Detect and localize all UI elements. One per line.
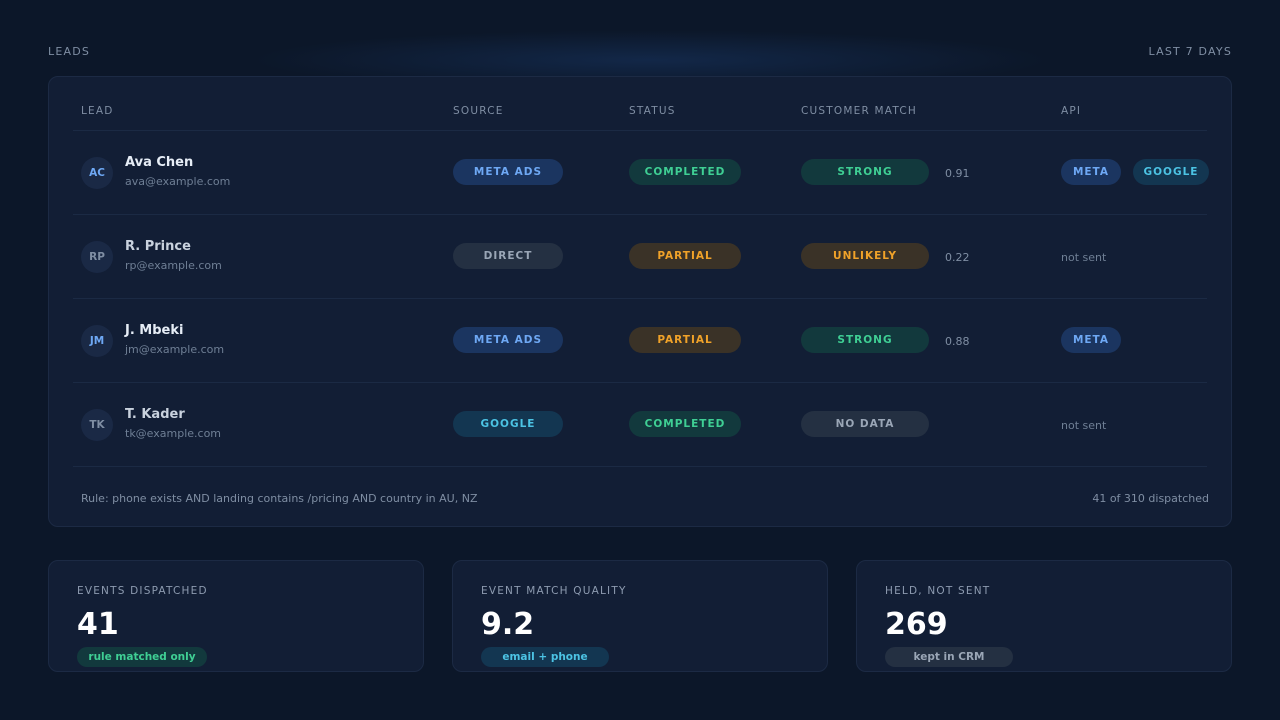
api-badge-meta: META — [1061, 159, 1121, 185]
table-row[interactable]: JM J. Mbeki jm@example.com META ADS PART… — [49, 299, 1231, 383]
table-row[interactable]: AC Ava Chen ava@example.com META ADS COM… — [49, 131, 1231, 215]
lead-email: jm@example.com — [125, 343, 225, 356]
api-status-text: not sent — [1061, 251, 1107, 264]
leads-table-card: LEAD SOURCE STATUS CUSTOMER MATCH API AC… — [48, 76, 1232, 527]
dispatch-rule-text: Rule: phone exists AND landing contains … — [81, 492, 478, 505]
match-badge: STRONG — [801, 159, 929, 185]
stat-badge: kept in CRM — [885, 647, 1013, 667]
avatar: TK — [81, 409, 113, 441]
stat-value: 269 — [885, 607, 948, 642]
source-badge: GOOGLE — [453, 411, 563, 437]
date-range-filter[interactable]: LAST 7 DAYS — [1149, 45, 1232, 58]
stat-badge: rule matched only — [77, 647, 207, 667]
match-badge: UNLIKELY — [801, 243, 929, 269]
api-badge-meta: META — [1061, 327, 1121, 353]
table-row[interactable]: RP R. Prince rp@example.com DIRECT PARTI… — [49, 215, 1231, 299]
status-badge: PARTIAL — [629, 243, 741, 269]
match-score: 0.91 — [945, 167, 970, 180]
stat-card-events-dispatched: EVENTS DISPATCHED 41 rule matched only — [48, 560, 424, 672]
stat-value: 41 — [77, 607, 119, 642]
column-header-customer-match: CUSTOMER MATCH — [801, 105, 917, 117]
api-badge-google: GOOGLE — [1133, 159, 1209, 185]
lead-name: T. Kader — [125, 407, 185, 422]
page-title: LEADS — [48, 45, 91, 58]
api-status-text: not sent — [1061, 419, 1107, 432]
source-badge: META ADS — [453, 159, 563, 185]
avatar: AC — [81, 157, 113, 189]
column-header-lead: LEAD — [81, 105, 114, 117]
column-header-api: API — [1061, 105, 1082, 117]
match-score: 0.22 — [945, 251, 970, 264]
status-badge: COMPLETED — [629, 411, 741, 437]
lead-name: Ava Chen — [125, 155, 194, 170]
stat-card-held-not-sent: HELD, NOT SENT 269 kept in CRM — [856, 560, 1232, 672]
stat-badge: email + phone — [481, 647, 609, 667]
stat-label: HELD, NOT SENT — [885, 585, 991, 597]
lead-name: R. Prince — [125, 239, 191, 254]
lead-email: tk@example.com — [125, 427, 222, 440]
stat-label: EVENTS DISPATCHED — [77, 585, 208, 597]
lead-email: ava@example.com — [125, 175, 231, 188]
table-row[interactable]: TK T. Kader tk@example.com GOOGLE COMPLE… — [49, 383, 1231, 467]
match-badge: NO DATA — [801, 411, 929, 437]
column-header-source: SOURCE — [453, 105, 504, 117]
status-badge: PARTIAL — [629, 327, 741, 353]
row-divider — [73, 466, 1207, 467]
match-badge: STRONG — [801, 327, 929, 353]
status-badge: COMPLETED — [629, 159, 741, 185]
stat-label: EVENT MATCH QUALITY — [481, 585, 627, 597]
source-badge: DIRECT — [453, 243, 563, 269]
avatar: JM — [81, 325, 113, 357]
stat-value: 9.2 — [481, 607, 535, 642]
match-score: 0.88 — [945, 335, 970, 348]
column-header-status: STATUS — [629, 105, 676, 117]
lead-name: J. Mbeki — [125, 323, 184, 338]
lead-email: rp@example.com — [125, 259, 222, 272]
source-badge: META ADS — [453, 327, 563, 353]
stat-card-event-match-quality: EVENT MATCH QUALITY 9.2 email + phone — [452, 560, 828, 672]
avatar: RP — [81, 241, 113, 273]
dispatch-count: 41 of 310 dispatched — [1092, 492, 1209, 505]
